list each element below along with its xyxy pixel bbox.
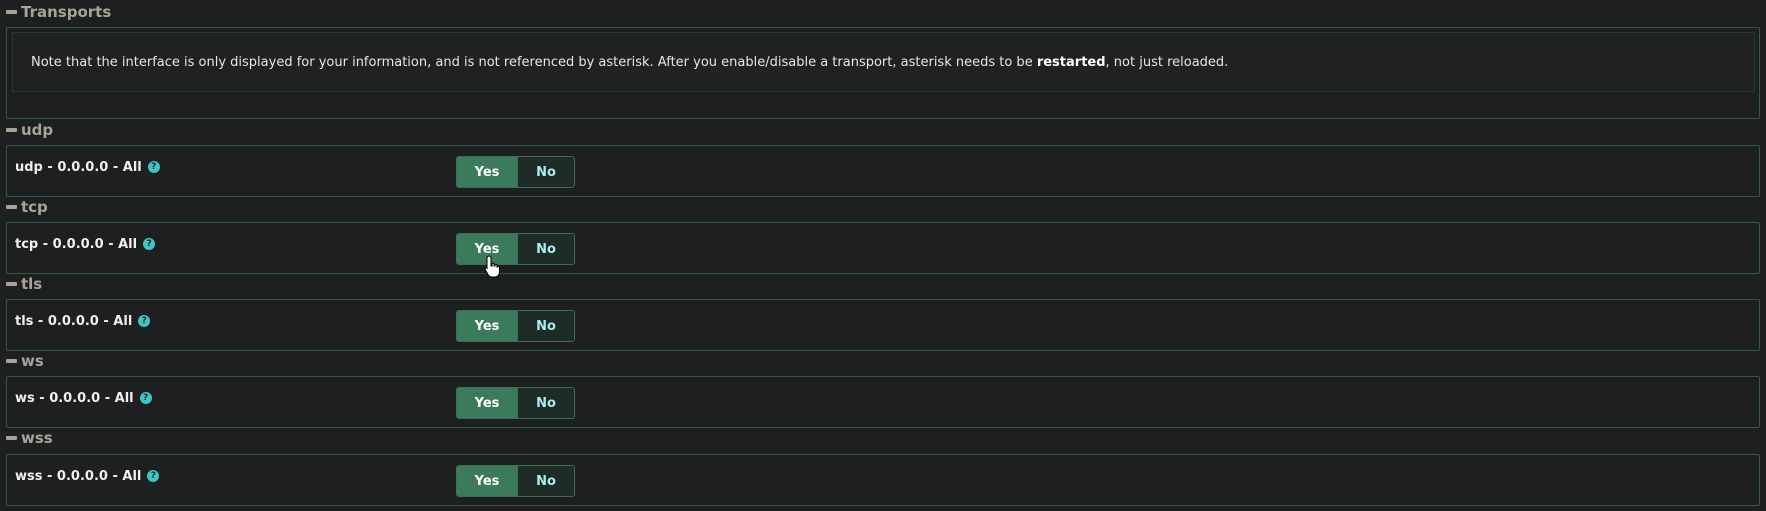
udp-row-label: udp - 0.0.0.0 - All ?: [15, 159, 160, 175]
tcp-toggle[interactable]: Yes No: [456, 233, 575, 265]
tcp-title: tcp: [21, 198, 48, 216]
tls-fieldset: [6, 299, 1760, 351]
wss-row-label: wss - 0.0.0.0 - All ?: [15, 468, 160, 484]
tcp-legend[interactable]: tcp: [6, 197, 48, 217]
wss-title: wss: [21, 429, 53, 447]
transports-legend[interactable]: Transports: [6, 2, 111, 22]
transports-title: Transports: [21, 3, 112, 21]
ws-title: ws: [21, 352, 44, 370]
transports-note: Note that the interface is only displaye…: [12, 32, 1755, 92]
transports-settings-page: Transports Note that the interface is on…: [0, 0, 1766, 511]
wss-no-button[interactable]: No: [517, 466, 574, 496]
udp-legend[interactable]: udp: [6, 120, 53, 140]
udp-toggle[interactable]: Yes No: [456, 156, 575, 188]
question-circle-icon[interactable]: ?: [147, 470, 160, 482]
tcp-fieldset: [6, 222, 1760, 274]
tcp-no-button[interactable]: No: [517, 234, 574, 264]
collapse-minus-icon[interactable]: [6, 205, 17, 209]
collapse-minus-icon[interactable]: [6, 10, 17, 14]
collapse-minus-icon[interactable]: [6, 282, 17, 286]
tls-toggle[interactable]: Yes No: [456, 310, 575, 342]
ws-yes-button[interactable]: Yes: [457, 388, 517, 418]
question-circle-icon[interactable]: ?: [139, 392, 152, 404]
wss-legend[interactable]: wss: [6, 428, 53, 448]
udp-fieldset: [6, 145, 1760, 197]
hand-pointer-icon: [484, 255, 500, 278]
udp-title: udp: [21, 121, 54, 139]
wss-toggle[interactable]: Yes No: [456, 465, 575, 497]
tls-title: tls: [21, 275, 43, 293]
udp-no-button[interactable]: No: [517, 157, 574, 187]
tcp-row-label: tcp - 0.0.0.0 - All ?: [15, 236, 156, 252]
udp-yes-button[interactable]: Yes: [457, 157, 517, 187]
collapse-minus-icon[interactable]: [6, 436, 17, 440]
tls-no-button[interactable]: No: [517, 311, 574, 341]
ws-fieldset: [6, 376, 1760, 428]
tls-yes-button[interactable]: Yes: [457, 311, 517, 341]
tls-legend[interactable]: tls: [6, 274, 42, 294]
question-circle-icon[interactable]: ?: [143, 238, 156, 250]
wss-yes-button[interactable]: Yes: [457, 466, 517, 496]
collapse-minus-icon[interactable]: [6, 128, 17, 132]
ws-toggle[interactable]: Yes No: [456, 387, 575, 419]
tls-row-label: tls - 0.0.0.0 - All ?: [15, 313, 151, 329]
wss-fieldset: [6, 454, 1760, 506]
question-circle-icon[interactable]: ?: [147, 161, 160, 173]
ws-legend[interactable]: ws: [6, 351, 44, 371]
ws-row-label: ws - 0.0.0.0 - All ?: [15, 390, 152, 406]
question-circle-icon[interactable]: ?: [138, 315, 151, 327]
collapse-minus-icon[interactable]: [6, 359, 17, 363]
ws-no-button[interactable]: No: [517, 388, 574, 418]
